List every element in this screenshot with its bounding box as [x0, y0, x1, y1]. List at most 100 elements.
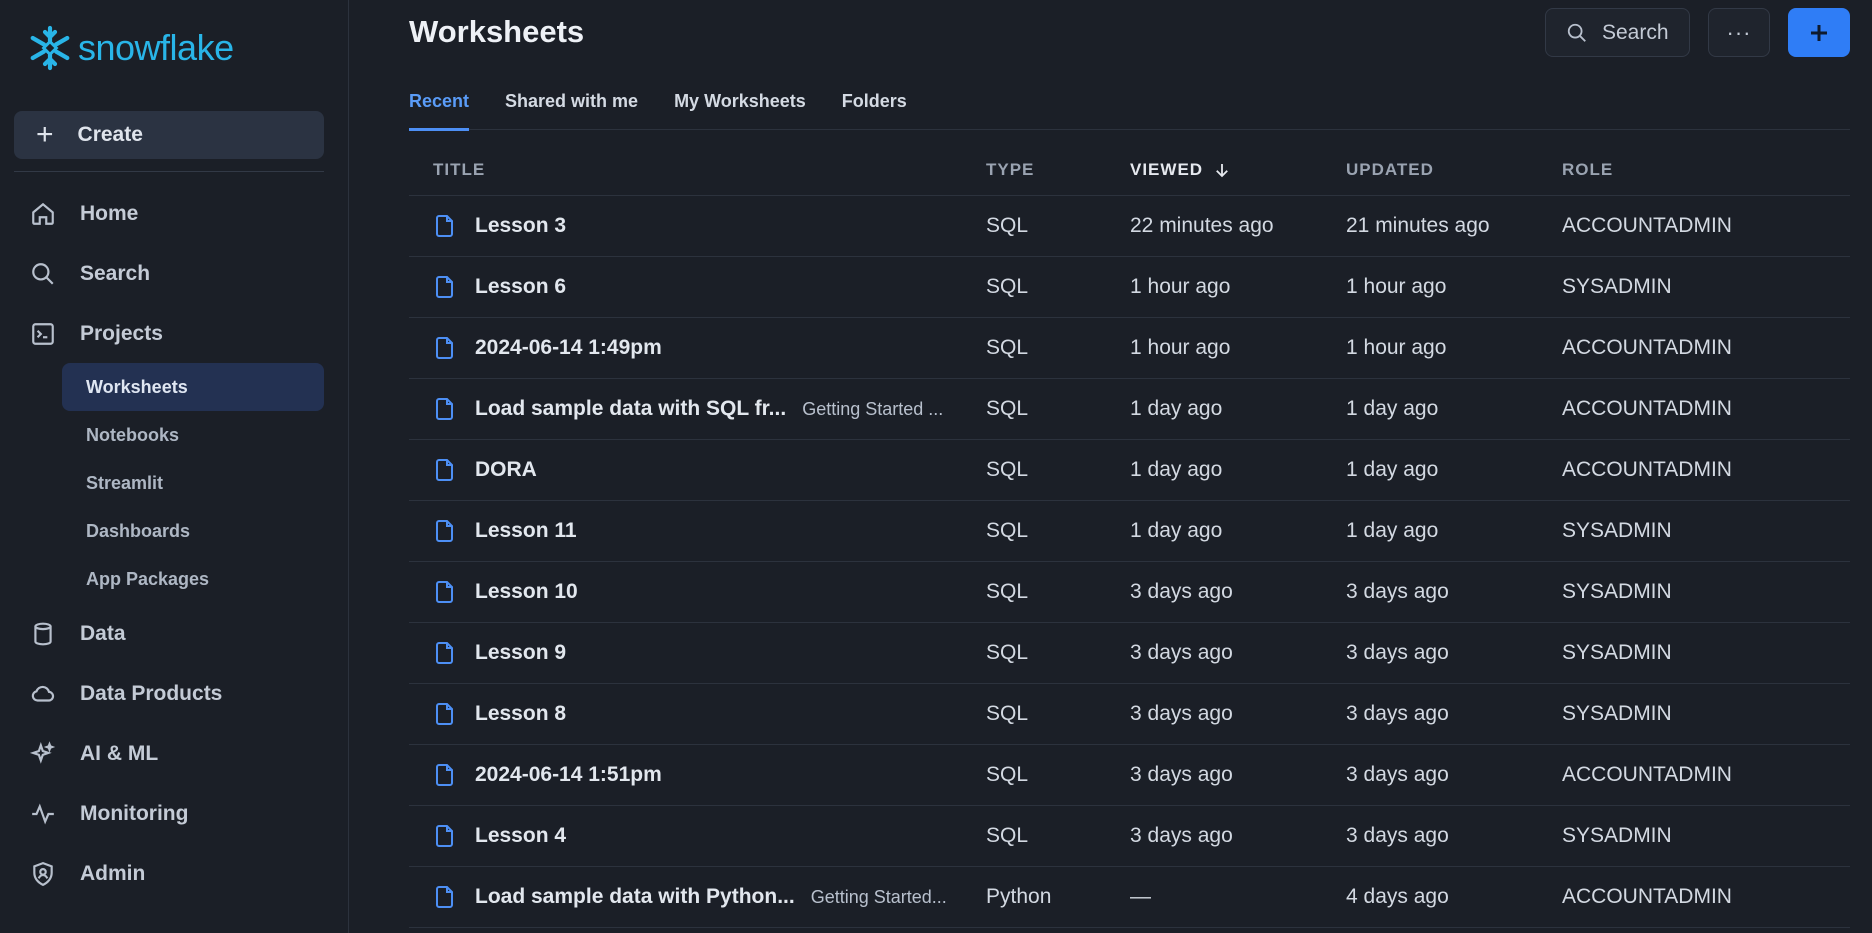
plus-icon: +: [36, 118, 54, 151]
role-cell: SYSADMIN: [1562, 824, 1672, 847]
file-icon: [436, 764, 453, 786]
tab-recent[interactable]: Recent: [409, 82, 470, 131]
folder-name[interactable]: Getting Started...: [811, 887, 947, 908]
page-title: Worksheets: [409, 14, 585, 49]
sidebar-item-projects[interactable]: Projects: [28, 310, 328, 358]
viewed-cell: —: [1130, 885, 1151, 908]
column-header-title[interactable]: TITLE: [409, 160, 986, 180]
viewed-cell: 3 days ago: [1130, 824, 1233, 847]
tab-my-worksheets[interactable]: My Worksheets: [674, 82, 806, 130]
sidebar-item-data-products[interactable]: Data Products: [28, 670, 328, 718]
tab-shared-with-me[interactable]: Shared with me: [505, 82, 638, 130]
table-row[interactable]: 2024-06-14 1:49pm SQL 1 hour ago 1 hour …: [409, 318, 1850, 379]
file-icon: [436, 581, 453, 603]
role-cell: ACCOUNTADMIN: [1562, 763, 1732, 786]
snowflake-logo[interactable]: snowflake: [26, 24, 234, 72]
cloud-icon: [28, 679, 58, 709]
table-row[interactable]: Load sample data with Python... Getting …: [409, 867, 1850, 928]
worksheet-title[interactable]: DORA: [475, 458, 537, 482]
updated-cell: 3 days ago: [1346, 580, 1449, 603]
table-row[interactable]: Lesson 4 SQL 3 days ago 3 days ago SYSAD…: [409, 806, 1850, 867]
worksheet-title[interactable]: Lesson 9: [475, 641, 566, 665]
role-cell: SYSADMIN: [1562, 519, 1672, 542]
worksheet-title[interactable]: Lesson 4: [475, 824, 566, 848]
type-cell: SQL: [986, 397, 1029, 420]
updated-cell: 1 day ago: [1346, 519, 1439, 542]
folder-name[interactable]: Getting Started ...: [802, 399, 943, 420]
sidebar-item-label: Data: [80, 622, 126, 645]
sidebar-item-label: Projects: [80, 322, 163, 345]
updated-cell: 3 days ago: [1346, 763, 1449, 786]
plus-icon: [1811, 24, 1827, 41]
sidebar-subitem-app-packages[interactable]: App Packages: [62, 555, 324, 603]
type-cell: SQL: [986, 519, 1029, 542]
database-icon: [28, 619, 58, 649]
worksheets-table: TITLE TYPE VIEWED UPDATED ROLE Lesson 3 …: [409, 145, 1850, 928]
tab-folders[interactable]: Folders: [842, 82, 907, 130]
column-header-updated[interactable]: UPDATED: [1346, 160, 1562, 180]
sidebar-item-home[interactable]: Home: [28, 190, 328, 238]
type-cell: Python: [986, 885, 1052, 908]
type-cell: SQL: [986, 458, 1029, 481]
updated-cell: 3 days ago: [1346, 824, 1449, 847]
role-cell: SYSADMIN: [1562, 580, 1672, 603]
file-icon: [436, 215, 453, 237]
table-row[interactable]: 2024-06-14 1:51pm SQL 3 days ago 3 days …: [409, 745, 1850, 806]
updated-cell: 1 day ago: [1346, 397, 1439, 420]
sidebar-item-label: AI & ML: [80, 742, 159, 765]
table-row[interactable]: Lesson 8 SQL 3 days ago 3 days ago SYSAD…: [409, 684, 1850, 745]
column-header-viewed[interactable]: VIEWED: [1130, 160, 1346, 180]
table-row[interactable]: DORA SQL 1 day ago 1 day ago ACCOUNTADMI…: [409, 440, 1850, 501]
type-cell: SQL: [986, 824, 1029, 847]
file-icon: [436, 642, 453, 664]
sidebar-subitem-worksheets[interactable]: Worksheets: [62, 363, 324, 411]
create-button[interactable]: + Create: [14, 111, 324, 159]
shield-user-icon: [28, 859, 58, 889]
role-cell: ACCOUNTADMIN: [1562, 336, 1732, 359]
sidebar-subitem-notebooks[interactable]: Notebooks: [62, 411, 324, 459]
worksheet-title[interactable]: Lesson 6: [475, 275, 566, 299]
updated-cell: 1 day ago: [1346, 458, 1439, 481]
viewed-cell: 1 hour ago: [1130, 275, 1231, 298]
worksheet-title[interactable]: 2024-06-14 1:51pm: [475, 763, 662, 787]
sidebar-divider: [14, 171, 324, 172]
title-cell: Lesson 10: [409, 580, 986, 604]
main-content: Worksheets Search ··· Recent Shared with…: [349, 0, 1872, 933]
sidebar-subitem-dashboards[interactable]: Dashboards: [62, 507, 324, 555]
worksheet-title[interactable]: Load sample data with SQL fr...: [475, 397, 786, 421]
worksheet-title[interactable]: 2024-06-14 1:49pm: [475, 336, 662, 360]
search-icon: [1567, 23, 1586, 42]
viewed-cell: 3 days ago: [1130, 702, 1233, 725]
type-cell: SQL: [986, 763, 1029, 786]
worksheet-title[interactable]: Lesson 10: [475, 580, 578, 604]
table-row[interactable]: Lesson 10 SQL 3 days ago 3 days ago SYSA…: [409, 562, 1850, 623]
file-icon: [436, 459, 453, 481]
table-row[interactable]: Lesson 11 SQL 1 day ago 1 day ago SYSADM…: [409, 501, 1850, 562]
viewed-cell: 22 minutes ago: [1130, 214, 1274, 237]
sidebar-item-search[interactable]: Search: [28, 250, 328, 298]
search-button[interactable]: Search: [1545, 8, 1690, 57]
column-header-type[interactable]: TYPE: [986, 160, 1130, 180]
worksheet-title[interactable]: Lesson 3: [475, 214, 566, 238]
more-options-button[interactable]: ···: [1708, 8, 1770, 57]
type-cell: SQL: [986, 214, 1029, 237]
sidebar-item-label: Search: [80, 262, 151, 285]
sidebar-item-label: Home: [80, 202, 139, 225]
table-row[interactable]: Load sample data with SQL fr... Getting …: [409, 379, 1850, 440]
sidebar-subitem-streamlit[interactable]: Streamlit: [62, 459, 324, 507]
worksheet-title[interactable]: Load sample data with Python...: [475, 885, 795, 909]
sidebar-item-monitoring[interactable]: Monitoring: [28, 790, 328, 838]
type-cell: SQL: [986, 336, 1029, 359]
type-cell: SQL: [986, 580, 1029, 603]
sidebar-item-admin[interactable]: Admin: [28, 850, 328, 898]
add-worksheet-button[interactable]: [1788, 8, 1850, 57]
sidebar-item-data[interactable]: Data: [28, 610, 328, 658]
table-row[interactable]: Lesson 9 SQL 3 days ago 3 days ago SYSAD…: [409, 623, 1850, 684]
table-row[interactable]: Lesson 3 SQL 22 minutes ago 21 minutes a…: [409, 196, 1850, 257]
column-header-role[interactable]: ROLE: [1562, 160, 1850, 180]
worksheet-title[interactable]: Lesson 8: [475, 702, 566, 726]
worksheet-title[interactable]: Lesson 11: [475, 519, 577, 543]
table-row[interactable]: Lesson 6 SQL 1 hour ago 1 hour ago SYSAD…: [409, 257, 1850, 318]
sidebar-item-ai-ml[interactable]: AI & ML: [28, 730, 328, 778]
terminal-icon: [28, 319, 58, 349]
